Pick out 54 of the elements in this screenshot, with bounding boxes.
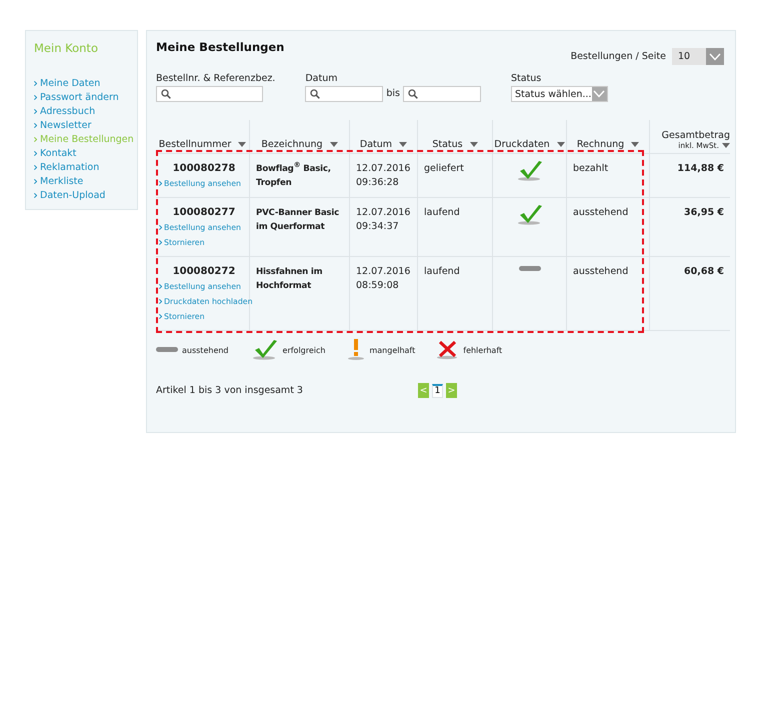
- sidebar-item[interactable]: Meine Daten: [40, 78, 100, 88]
- page-button[interactable]: 1: [432, 384, 443, 398]
- order-status: laufend: [424, 207, 460, 218]
- sidebar-item[interactable]: Newsletter: [40, 120, 92, 130]
- order-time: 09:36:28: [356, 176, 400, 190]
- order-number: 100080278: [172, 162, 236, 176]
- order-status: laufend: [424, 266, 460, 277]
- filter-label: Bestellnr. & Referenzbez.: [156, 73, 276, 84]
- order-status: geliefert: [424, 163, 464, 174]
- sidebar-item[interactable]: Kontakt: [40, 148, 76, 158]
- legend-label: fehlerhaft: [463, 346, 502, 354]
- date-separator: bis: [386, 88, 400, 99]
- order-total: 36,95 €: [684, 207, 724, 218]
- sidebar-item[interactable]: Adressbuch: [40, 106, 96, 116]
- column-header[interactable]: Bezeichnung: [261, 139, 323, 150]
- sidebar-item[interactable]: Meine Bestellungen: [40, 134, 134, 144]
- filter-label: Status: [510, 73, 542, 84]
- order-date: 12.07.2016: [356, 206, 411, 220]
- sidebar-item[interactable]: Reklamation: [40, 162, 100, 172]
- per-page-label: Bestellungen / Seite: [570, 51, 666, 62]
- next-page-button[interactable]: >: [446, 383, 457, 398]
- order-total: 114,88 €: [677, 163, 724, 174]
- filter-label: Datum: [305, 73, 338, 84]
- invoice-status: ausstehend: [573, 207, 628, 218]
- product-name: Hissfahnen im Hochformat: [256, 266, 324, 293]
- column-header[interactable]: Druckdaten: [494, 139, 550, 150]
- order-time: 08:59:08: [356, 279, 400, 293]
- column-header[interactable]: Bestellnummer: [158, 139, 232, 150]
- order-time: 09:34:37: [356, 220, 400, 234]
- product-name: PVC-Banner Basic im Querformat: [256, 207, 340, 234]
- invoice-status: ausstehend: [573, 266, 628, 277]
- invoice-status: bezahlt: [573, 163, 608, 174]
- page-title: Meine Bestellungen: [156, 40, 284, 54]
- previous-page-button[interactable]: <: [418, 383, 429, 398]
- column-header[interactable]: Rechnung: [576, 139, 624, 150]
- legend-label: erfolgreich: [282, 346, 326, 354]
- sidebar-item[interactable]: Merkliste: [40, 176, 84, 186]
- column-header[interactable]: Status: [432, 139, 463, 150]
- item-count: Artikel 1 bis 3 von insgesamt 3: [156, 385, 304, 396]
- column-header[interactable]: Datum: [360, 139, 392, 150]
- order-total: 60,68 €: [684, 266, 724, 277]
- order-number: 100080277: [172, 206, 236, 220]
- per-page-select[interactable]: 10: [672, 48, 724, 65]
- order-date: 12.07.2016: [356, 265, 411, 279]
- order-date: 12.07.2016: [356, 162, 411, 176]
- sidebar-item[interactable]: Daten-Upload: [40, 190, 106, 200]
- legend-label: mangelhaft: [369, 346, 416, 354]
- sidebar-item[interactable]: Passwort ändern: [40, 92, 119, 102]
- status-select[interactable]: Status wählen...: [510, 86, 608, 102]
- order-number: 100080272: [172, 265, 236, 279]
- legend-label: ausstehend: [182, 346, 229, 354]
- column-header[interactable]: Gesamtbetrag: [662, 130, 730, 141]
- sidebar-title: Mein Konto: [34, 41, 99, 55]
- product-name: Bowflag$^{®}$ Basic, Tropfen: [256, 162, 332, 190]
